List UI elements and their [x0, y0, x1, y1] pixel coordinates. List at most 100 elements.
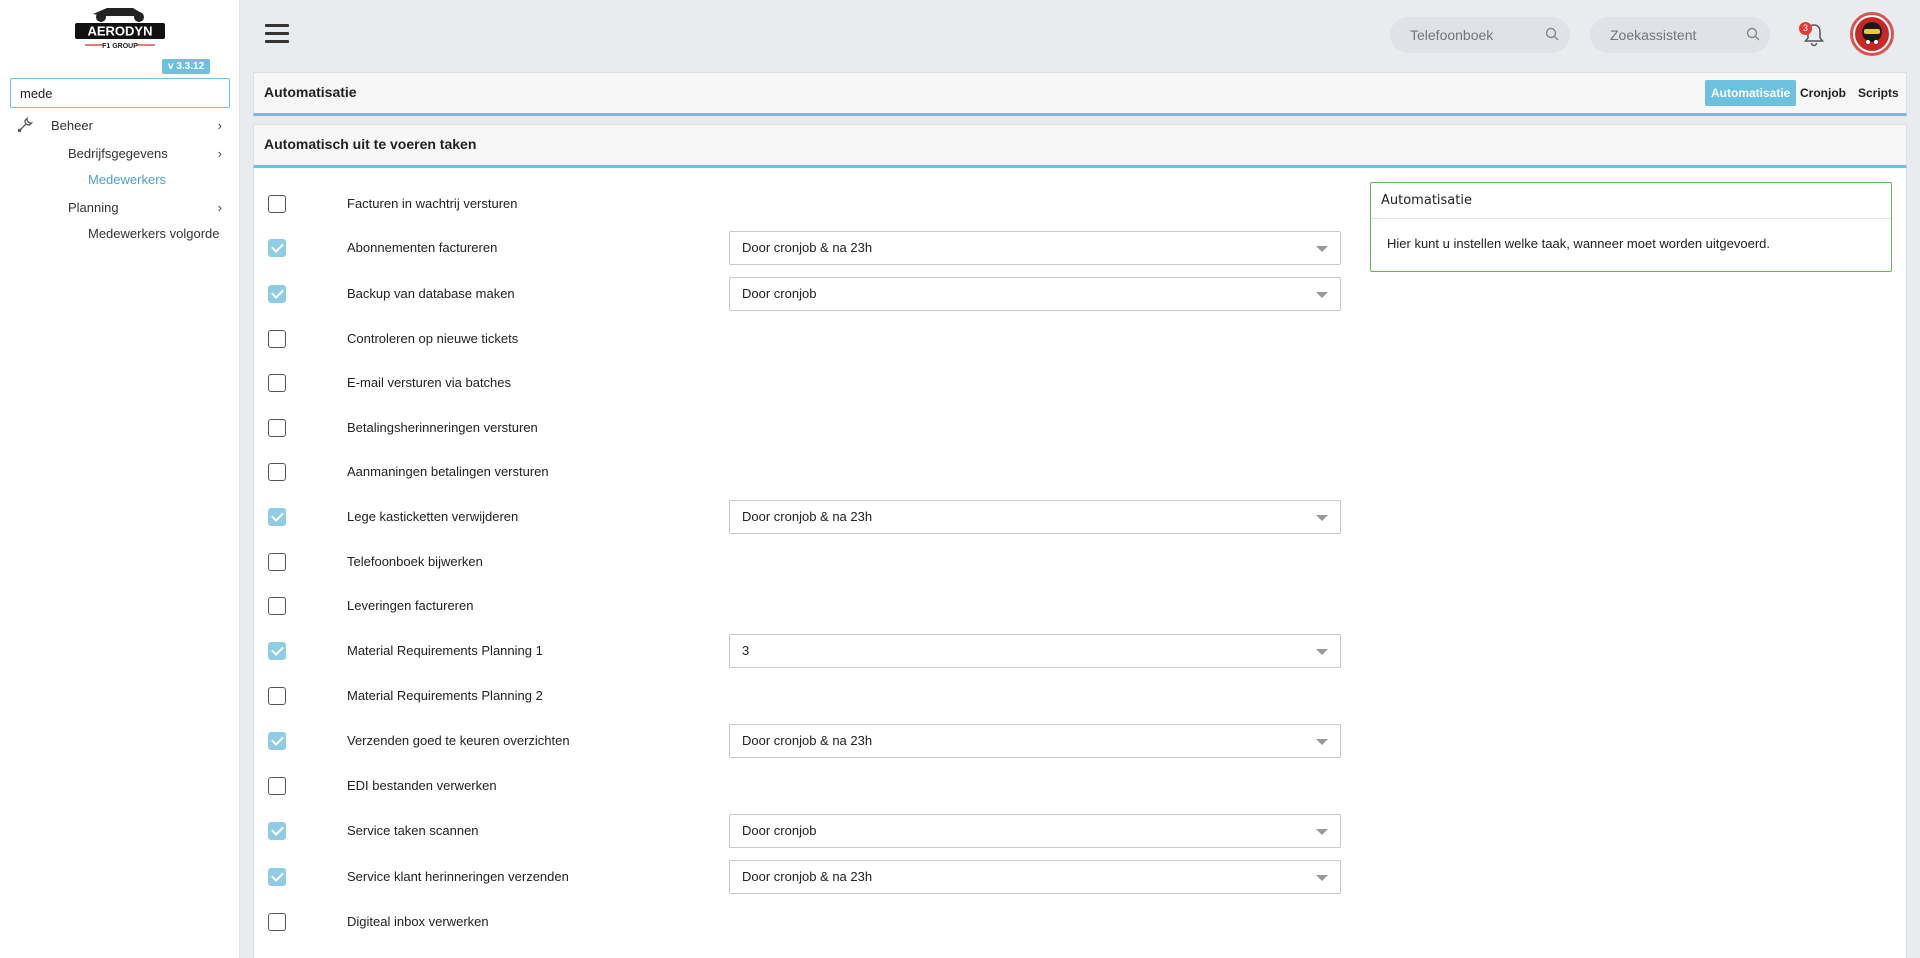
wrench-icon — [17, 116, 34, 133]
task-label: Verzenden goed te keuren overzichten — [347, 733, 570, 748]
schedule-select-value: Door cronjob & na 23h — [742, 509, 873, 524]
schedule-select-value: Door cronjob & na 23h — [742, 240, 873, 255]
menu-toggle-button[interactable] — [265, 24, 289, 44]
task-checkbox[interactable] — [268, 239, 286, 257]
chevron-right-icon: › — [217, 200, 222, 215]
task-row: Lege kasticketten verwijderen Door cronjo… — [254, 499, 1354, 535]
schedule-select[interactable]: Door cronjob — [729, 814, 1341, 848]
task-row: Verzenden goed te keuren overzichten Door… — [254, 723, 1354, 759]
info-title: Automatisatie — [1371, 183, 1891, 219]
task-checkbox[interactable] — [268, 553, 286, 571]
task-label: Lege kasticketten verwijderen — [347, 509, 519, 524]
aerodyn-logo[interactable]: AERODYN F1 GROUP — [73, 2, 167, 56]
task-row: Backup van database maken Door cronjob — [254, 276, 1354, 312]
task-row: EDI bestanden verwerken — [254, 768, 1354, 804]
chevron-right-icon: › — [217, 146, 222, 161]
task-row: Controleren op nieuwe tickets — [254, 321, 1354, 357]
schedule-select[interactable]: Door cronjob & na 23h — [729, 860, 1341, 894]
sidebar-item-label: Medewerkers — [88, 172, 167, 187]
task-row: Digiteal inbox verwerken — [254, 904, 1354, 940]
task-label: Service taken scannen — [347, 823, 479, 838]
chevron-right-icon: › — [217, 118, 222, 133]
sidebar-search-input[interactable] — [10, 78, 230, 108]
task-checkbox[interactable] — [268, 642, 286, 660]
sidebar-item-label: Bedrijfsgegevens — [68, 146, 168, 161]
sidebar-item-beheer[interactable]: Beheer › — [16, 116, 222, 136]
task-checkbox[interactable] — [268, 732, 286, 750]
task-checkbox[interactable] — [268, 508, 286, 526]
logo-text: AERODYN — [87, 24, 152, 39]
schedule-select-value: 3 — [742, 643, 750, 658]
task-label: Leveringen factureren — [347, 598, 474, 613]
schedule-select[interactable]: 3 — [729, 634, 1341, 668]
tab-automatisatie[interactable]: Automatisatie — [1705, 80, 1797, 106]
task-label: E-mail versturen via batches — [347, 375, 512, 390]
task-checkbox[interactable] — [268, 687, 286, 705]
task-row: Facturen in wachtrij versturen — [254, 186, 1354, 222]
info-box: Automatisatie Hier kunt u instellen welk… — [1370, 182, 1892, 272]
caret-down-icon — [1316, 246, 1328, 252]
sidebar-item-medewerkers[interactable]: Medewerkers — [88, 172, 166, 187]
tab-cronjob[interactable]: Cronjob — [1794, 80, 1852, 106]
schedule-select[interactable]: Door cronjob & na 23h — [729, 724, 1341, 758]
task-checkbox[interactable] — [268, 463, 286, 481]
avatar[interactable] — [1850, 12, 1894, 56]
page-title: Automatisatie — [264, 84, 357, 100]
search-icon[interactable] — [1545, 27, 1559, 41]
info-text: Hier kunt u instellen welke taak, wannee… — [1387, 236, 1770, 251]
task-label: Aanmaningen betalingen versturen — [347, 464, 549, 479]
task-label: Betalingsherinneringen versturen — [347, 420, 538, 435]
task-checkbox[interactable] — [268, 913, 286, 931]
sidebar-item-label: Medewerkers volgorde — [88, 226, 220, 241]
task-checkbox[interactable] — [268, 195, 286, 213]
task-row: Material Requirements Planning 1 3 — [254, 633, 1354, 669]
task-label: EDI bestanden verwerken — [347, 778, 497, 793]
task-label: Backup van database maken — [347, 286, 515, 301]
task-checkbox[interactable] — [268, 419, 286, 437]
task-checkbox[interactable] — [268, 285, 286, 303]
task-row: Material Requirements Planning 2 — [254, 678, 1354, 714]
avatar-image — [1855, 17, 1889, 51]
task-label: Material Requirements Planning 2 — [347, 688, 543, 703]
schedule-select-value: Door cronjob & na 23h — [742, 733, 873, 748]
search-icon[interactable] — [1746, 27, 1760, 41]
task-checkbox[interactable] — [268, 777, 286, 795]
task-label: Service klant herinneringen verzenden — [347, 869, 569, 884]
sidebar-item-planning[interactable]: Planning › — [68, 200, 222, 218]
schedule-select[interactable]: Door cronjob & na 23h — [729, 500, 1341, 534]
logo-sub: F1 GROUP — [102, 43, 138, 50]
schedule-select-value: Door cronjob & na 23h — [742, 869, 873, 884]
caret-down-icon — [1316, 292, 1328, 298]
schedule-select[interactable]: Door cronjob & na 23h — [729, 231, 1341, 265]
task-row: Service klant herinneringen verzenden Doo… — [254, 859, 1354, 895]
page-header: Automatisatie Automatisatie Cronjob Scri… — [253, 72, 1907, 116]
caret-down-icon — [1316, 829, 1328, 835]
task-list: Facturen in wachtrij versturen Abonnement… — [253, 168, 1907, 958]
task-checkbox[interactable] — [268, 597, 286, 615]
task-row: Leveringen factureren — [254, 588, 1354, 624]
sidebar: AERODYN F1 GROUP v 3.3.12 Beheer › Bedri… — [0, 0, 240, 958]
caret-down-icon — [1316, 875, 1328, 881]
phonebook-search-input[interactable] — [1390, 17, 1570, 53]
version-badge: v 3.3.12 — [162, 59, 211, 74]
sidebar-item-medewerkers-volgorde[interactable]: Medewerkers volgorde — [88, 226, 220, 241]
task-row: Aanmaningen betalingen versturen — [254, 454, 1354, 490]
task-label: Abonnementen factureren — [347, 240, 498, 255]
task-checkbox[interactable] — [268, 330, 286, 348]
task-checkbox[interactable] — [268, 822, 286, 840]
task-checkbox[interactable] — [268, 868, 286, 886]
schedule-select-value: Door cronjob — [742, 286, 817, 301]
task-label: Controleren op nieuwe tickets — [347, 331, 519, 346]
tab-scripts[interactable]: Scripts — [1852, 80, 1905, 106]
task-checkbox[interactable] — [268, 374, 286, 392]
task-label: Digiteal inbox verwerken — [347, 914, 489, 929]
task-row: Telefoonboek bijwerken — [254, 544, 1354, 580]
sidebar-item-bedrijfsgegevens[interactable]: Bedrijfsgegevens › — [68, 146, 222, 164]
caret-down-icon — [1316, 515, 1328, 521]
section-title: Automatisch uit te voeren taken — [264, 136, 477, 152]
caret-down-icon — [1316, 649, 1328, 655]
assistant-search-input[interactable] — [1590, 17, 1770, 53]
task-row: Service taken scannen Door cronjob — [254, 813, 1354, 849]
sidebar-item-label: Beheer — [51, 118, 93, 133]
schedule-select[interactable]: Door cronjob — [729, 277, 1341, 311]
